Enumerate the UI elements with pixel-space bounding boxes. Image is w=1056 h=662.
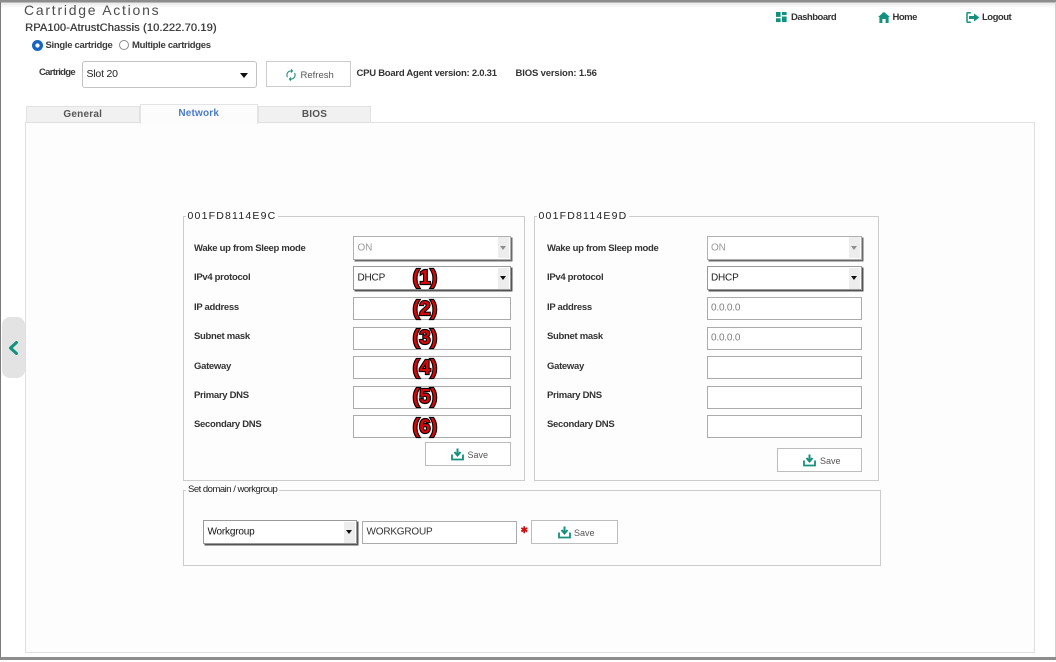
svg-text:(6): (6): [413, 416, 437, 438]
svg-text:(5): (5): [413, 386, 437, 408]
svg-text:(3): (3): [413, 327, 437, 349]
svg-text:(4): (4): [413, 357, 437, 379]
svg-text:(1): (1): [413, 267, 437, 289]
svg-text:(2): (2): [413, 298, 437, 320]
